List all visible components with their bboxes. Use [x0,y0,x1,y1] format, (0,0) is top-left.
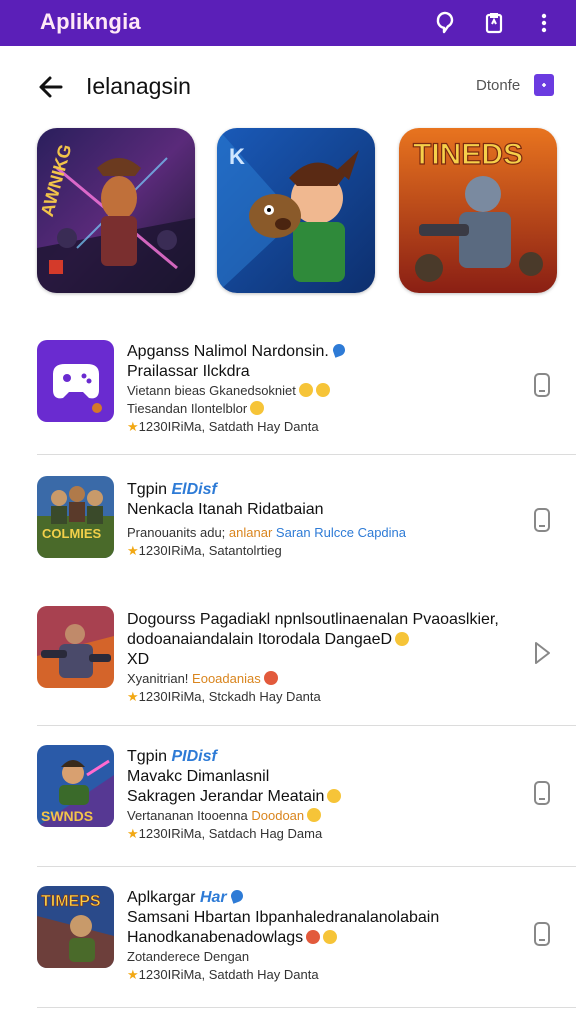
clipboard-icon[interactable] [479,8,509,38]
app-extra: Hanodkanabenadowlags [127,928,517,948]
app-title: Aplikngia [40,9,141,34]
app-subtitle: Prailassar Ilckdra [127,363,250,380]
app-extra: XD [127,651,150,668]
more-vert-icon[interactable] [529,8,559,38]
star-icon: ★ [127,689,139,704]
app-thumbnail: COLMIES [37,476,114,558]
app-bar: Aplikngia [0,0,576,46]
chat-bubble-icon[interactable] [430,8,460,38]
list-item[interactable]: SWNDS Tgpin PIDisf Mavakc Dimanlasnil Sa… [0,741,576,861]
app-tagline: Xyanitrian! Eooadanias [127,670,517,688]
featured-card-2[interactable]: K [217,128,375,293]
app-title: Tgpin PIDisf [127,748,217,765]
app-title: Tgpin ElDisf [127,481,217,498]
app-subtitle: Samsani Hbartan Ibpanhaledranalanolabain [127,909,440,926]
app-rating: ★1230IRiMa, Satdach Hag Dama [127,826,323,841]
app-tagline: Vietann bieas Gkanedsokniet [127,382,517,400]
divider [37,1007,576,1008]
app-rating: ★1230IRiMa, Satdath Hay Danta [127,967,319,982]
divider [37,725,576,726]
emoji-icon [298,383,313,397]
emoji-icon [327,789,342,803]
app-subtitle: Mavakc Dimanlasnil [127,768,270,785]
star-icon: ★ [127,419,139,434]
verified-icon [228,888,245,904]
page-title: Ielanagsin [86,73,191,99]
star-icon: ★ [127,967,139,982]
svg-text:TIMEPS: TIMEPS [41,893,101,910]
app-extra: Sakragen Jerandar Meatain [127,787,517,807]
emoji-icon [315,383,330,397]
featured-card-1[interactable]: AWNIKG [37,128,195,293]
play-icon[interactable] [528,639,556,667]
app-subtitle: Nenkacla Itanah Ridatbaian [127,501,324,518]
app-rating: ★1230IRiMa, Stckadh Hay Danta [127,689,321,704]
app-description: Tiesandan Ilontelblor [127,400,517,418]
star-icon: ★ [127,543,139,558]
app-title: Dogourss Pagadiakl npnlsoutlinaenalan Pv… [127,611,499,628]
app-tagline: Zotanderece Dengan [127,949,250,964]
svg-text:SWNDS: SWNDS [41,808,93,824]
phone-icon[interactable] [528,920,556,948]
emoji-icon [306,930,321,944]
app-title: Apganss Nalimol Nardonsin. [127,342,517,362]
app-tagline: Pranouanits adu; anlanar Saran Rulcce Ca… [127,525,406,540]
app-thumbnail: SWNDS [37,745,114,827]
featured-card-3-caption: TINEDS [413,138,523,171]
featured-card-2-caption: K [229,144,245,169]
phone-icon[interactable] [528,506,556,534]
filter-label[interactable]: Dtonfe [476,77,520,94]
list-item[interactable]: TIMEPS Aplkargar Har Samsani Hbartan Ibp… [0,882,576,1002]
list-item[interactable]: COLMIES Tgpin ElDisf Nenkacla Itanah Rid… [0,470,576,590]
phone-icon[interactable] [528,779,556,807]
app-subtitle: dodoanaiandalain Itorodala DangaeD [127,630,517,650]
filter-icon[interactable] [534,74,554,96]
svg-text:COLMIES: COLMIES [42,526,102,541]
app-title: Aplkargar Har [127,888,517,908]
app-rating: ★1230IRiMa, Satdath Hay Danta [127,419,319,434]
phone-icon[interactable] [528,371,556,399]
emoji-icon [263,671,278,685]
emoji-icon [250,401,265,415]
app-rating: ★1230IRiMa, Satantolrtieg [127,543,282,558]
featured-card-3[interactable]: TINEDS [399,128,557,293]
emoji-icon [395,632,410,646]
divider [37,866,576,867]
emoji-icon [323,930,338,944]
divider [37,454,576,455]
app-tagline: Vertananan Itooenna Doodoan [127,807,517,825]
emoji-icon [307,808,322,822]
list-item[interactable]: Apganss Nalimol Nardonsin. Prailassar Il… [0,335,576,445]
app-thumbnail [37,340,114,422]
list-item[interactable]: Dogourss Pagadiakl npnlsoutlinaenalan Pv… [0,603,576,713]
app-thumbnail: TIMEPS [37,886,114,968]
app-thumbnail [37,606,114,688]
page-header: Ielanagsin Dtonfe [0,56,576,116]
back-arrow-icon[interactable] [34,70,68,104]
star-icon: ★ [127,826,139,841]
verified-icon [331,342,347,358]
